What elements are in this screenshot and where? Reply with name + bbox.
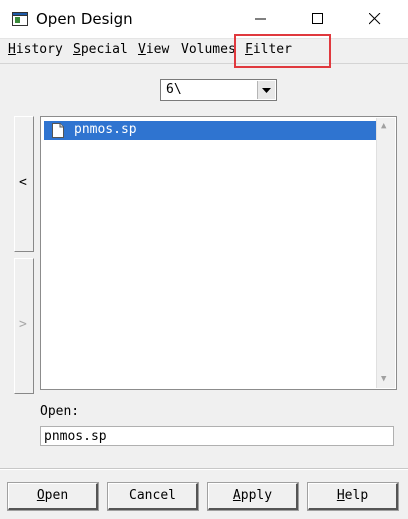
menu-view[interactable]: View [138, 42, 169, 57]
menu-special[interactable]: Special [73, 42, 128, 57]
open-label: Open: [40, 404, 80, 419]
menu-volumes[interactable]: Volumes [181, 42, 236, 57]
document-icon [52, 123, 64, 142]
chevron-left-icon: < [19, 175, 27, 190]
close-icon [369, 13, 381, 25]
apply-button[interactable]: Apply [207, 482, 299, 511]
open-button[interactable]: Open [7, 482, 99, 511]
maximize-icon [312, 13, 323, 24]
filter-highlight-box [234, 34, 331, 68]
vertical-scrollbar[interactable]: ▲ ▼ [376, 118, 395, 388]
dropdown-arrow-button[interactable] [257, 81, 275, 99]
list-item[interactable]: pnmos.sp [44, 121, 378, 140]
minimize-icon [255, 18, 266, 20]
menu-history[interactable]: History [8, 42, 63, 57]
open-filename-input[interactable] [40, 426, 394, 446]
help-button[interactable]: Help [307, 482, 399, 511]
divider [0, 468, 408, 470]
scroll-up-arrow-icon[interactable]: ▲ [381, 121, 386, 131]
menu-bar: History Special View Volumes Filter [0, 39, 408, 64]
file-list[interactable]: pnmos.sp ▲ ▼ [40, 116, 397, 390]
cancel-button[interactable]: Cancel [107, 482, 199, 511]
maximize-button[interactable] [295, 0, 341, 38]
close-button[interactable] [352, 0, 398, 38]
minimize-button[interactable] [238, 0, 284, 38]
app-window-icon [12, 12, 28, 26]
path-dropdown[interactable]: 6\ [160, 79, 277, 101]
title-bar: Open Design [0, 0, 408, 39]
file-name: pnmos.sp [74, 122, 137, 137]
scroll-left-button[interactable]: < [14, 116, 34, 252]
path-dropdown-value: 6\ [166, 82, 182, 97]
window-title: Open Design [36, 10, 133, 28]
scroll-right-button[interactable]: > [14, 258, 34, 394]
chevron-down-icon [262, 88, 271, 93]
chevron-right-icon: > [19, 317, 27, 332]
scroll-down-arrow-icon[interactable]: ▼ [381, 374, 386, 384]
